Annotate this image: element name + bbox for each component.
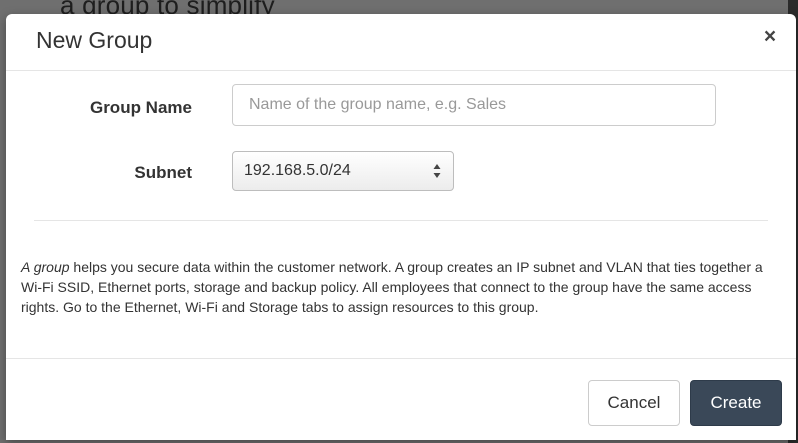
create-button[interactable]: Create — [690, 380, 782, 426]
group-help-text: A group helps you secure data within the… — [21, 257, 780, 317]
dialog-header: New Group × — [6, 14, 796, 71]
group-name-label: Group Name — [89, 98, 192, 117]
help-text-body: helps you secure data within the custome… — [21, 259, 763, 315]
subnet-select[interactable]: 192.168.5.0/24 — [232, 151, 454, 191]
subnet-selected-value: 192.168.5.0/24 — [244, 162, 351, 179]
new-group-dialog: New Group × Group Name Subnet 192.168.5.… — [6, 14, 796, 440]
form-divider — [34, 220, 768, 221]
cancel-button[interactable]: Cancel — [588, 380, 680, 426]
dialog-title: New Group — [36, 27, 153, 53]
close-icon[interactable]: × — [758, 24, 782, 50]
footer-divider — [6, 358, 796, 359]
help-text-lead: A group — [21, 259, 70, 275]
group-name-input[interactable] — [232, 84, 716, 126]
select-arrows-icon — [433, 164, 441, 178]
subnet-label: Subnet — [134, 163, 192, 182]
